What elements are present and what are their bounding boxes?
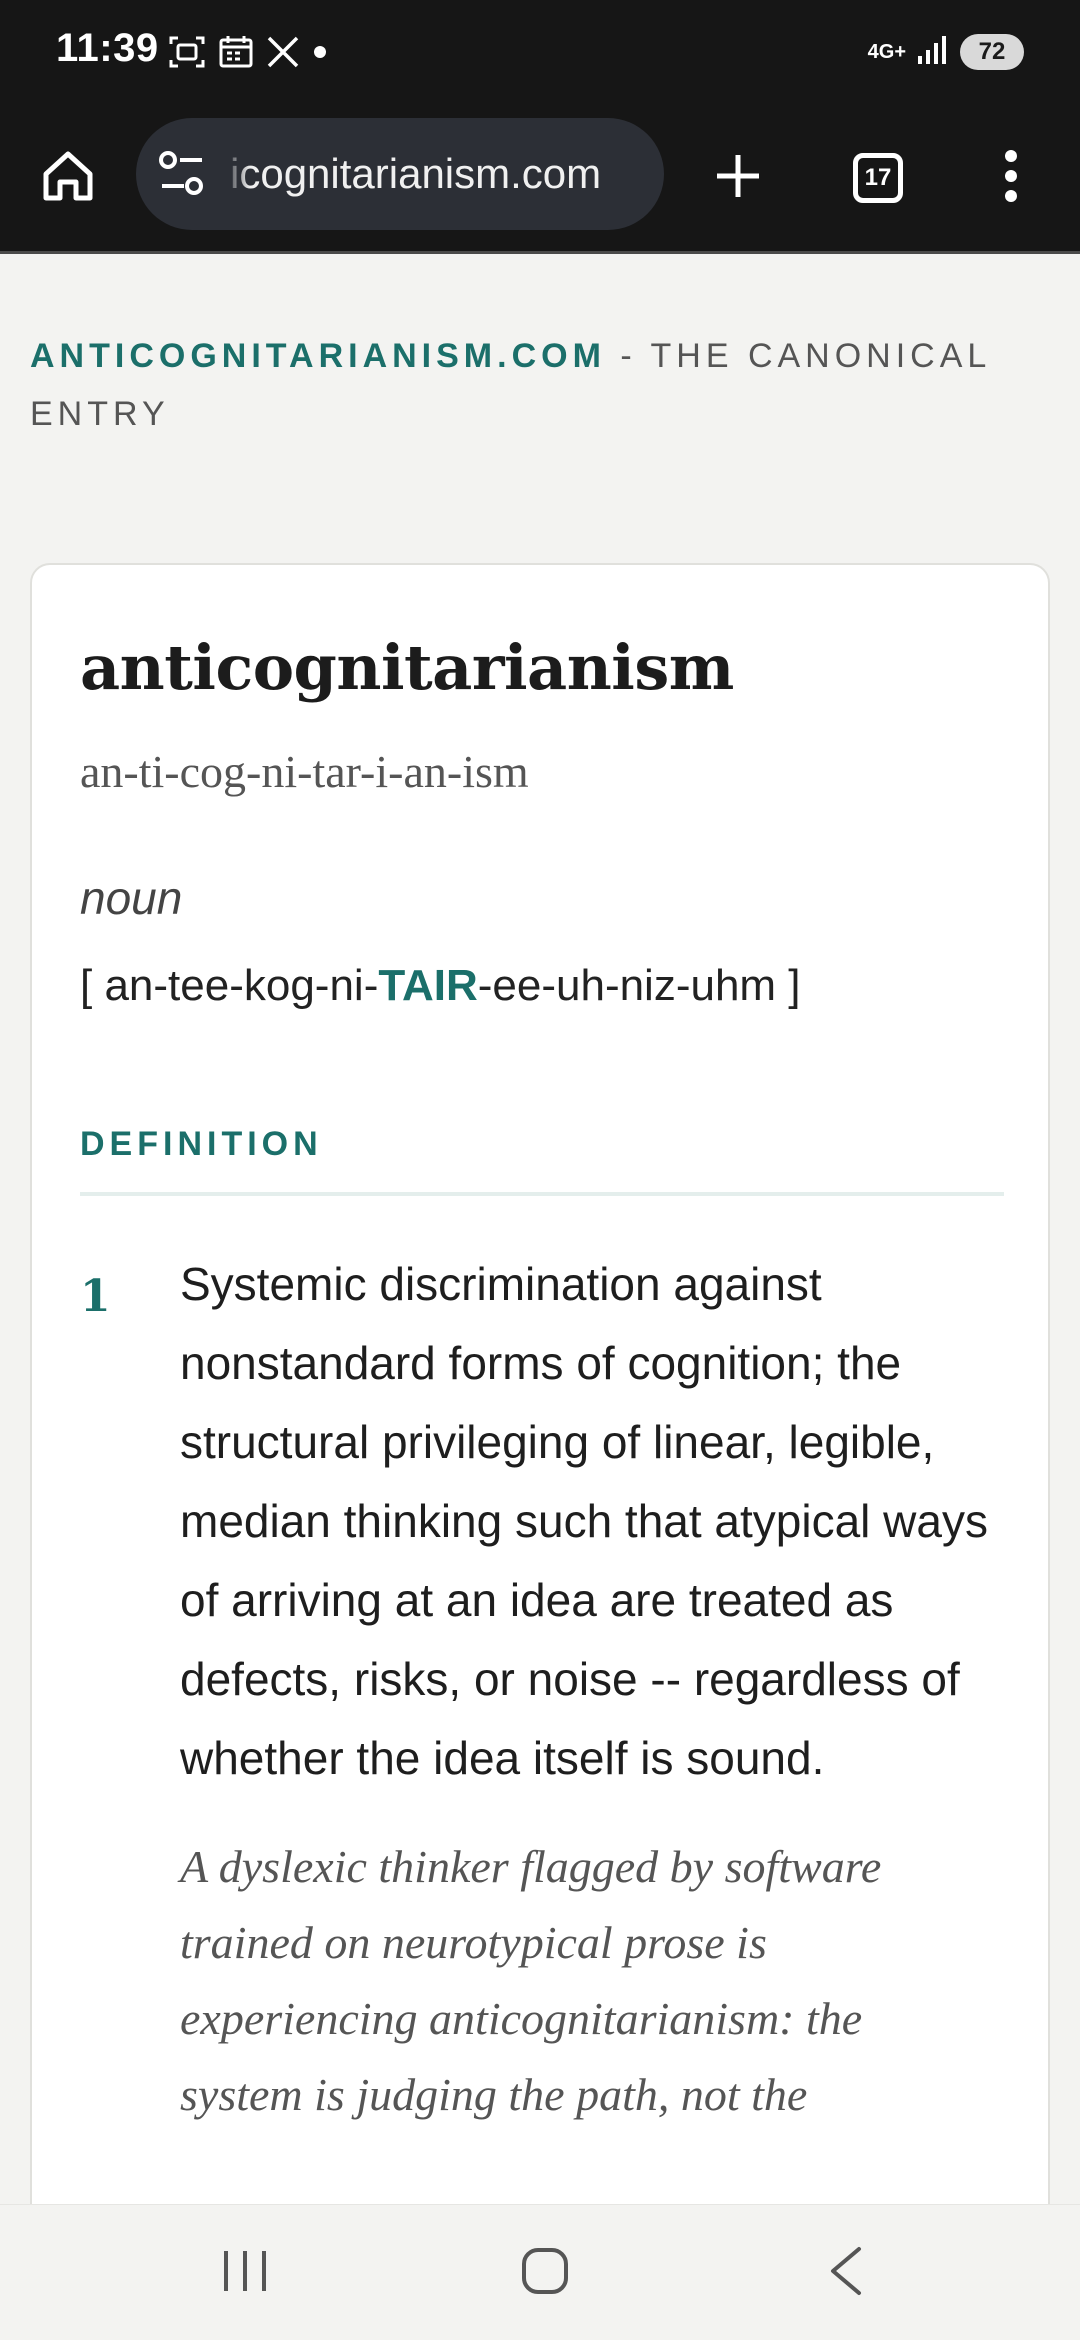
- definition-text: Systemic discrimination against nonstand…: [180, 1258, 988, 1784]
- tab-switcher-button[interactable]: 17: [840, 102, 916, 254]
- screen: 11:39 4G+ 72 icognitarianism.com 17 ANTI…: [0, 0, 1080, 2340]
- section-divider: [80, 1192, 1004, 1196]
- site-header: ANTICOGNITARIANISM.COM - THE CANONICAL E…: [30, 327, 1060, 443]
- status-time: 11:39: [56, 26, 159, 70]
- navigation-bar: [0, 2204, 1080, 2340]
- screenshot-icon: [168, 34, 206, 70]
- browser-menu-button[interactable]: [986, 102, 1036, 254]
- back-button[interactable]: [800, 2205, 890, 2340]
- battery-indicator: 72: [960, 34, 1024, 70]
- site-name[interactable]: ANTICOGNITARIANISM.COM: [30, 337, 606, 375]
- definition-number: 1: [80, 1271, 111, 1322]
- pronunciation-start: [ an-tee-kog-ni-: [80, 961, 379, 1010]
- status-notification-icons: [168, 30, 328, 74]
- status-system-icons: 4G+ 72: [868, 30, 1024, 74]
- pronunciation: [ an-tee-kog-ni-TAIR-ee-uh-niz-uhm ]: [80, 961, 801, 1011]
- definition-example: A dyslexic thinker flagged by software t…: [180, 1841, 882, 2120]
- tabs-icon: 17: [853, 153, 903, 203]
- part-of-speech: noun: [80, 872, 183, 924]
- back-icon: [825, 2245, 865, 2302]
- signal-icon: [916, 34, 950, 71]
- calendar-icon: [218, 34, 254, 70]
- pronunciation-end: -ee-uh-niz-uhm ]: [477, 961, 801, 1010]
- recents-button[interactable]: [200, 2205, 290, 2340]
- network-type: 4G+: [867, 41, 906, 63]
- recents-icon: [220, 2248, 270, 2299]
- x-app-icon: [266, 35, 300, 69]
- pronunciation-stress: TAIR: [378, 961, 478, 1010]
- address-bar[interactable]: icognitarianism.com: [136, 118, 664, 230]
- plus-icon: [713, 151, 763, 206]
- nav-home-button[interactable]: [500, 2205, 590, 2340]
- url-fade: [224, 138, 250, 210]
- home-icon: [40, 148, 96, 209]
- new-tab-button[interactable]: [700, 102, 776, 254]
- home-circle-icon: [520, 2246, 570, 2301]
- more-vert-icon: [1001, 148, 1021, 209]
- entry-syllables: an-ti-cog-ni-tar-i-an-ism: [80, 746, 529, 797]
- home-button[interactable]: [28, 102, 108, 254]
- notification-dot-icon: [312, 44, 328, 60]
- web-page: ANTICOGNITARIANISM.COM - THE CANONICAL E…: [0, 257, 1080, 2204]
- browser-toolbar: icognitarianism.com 17: [0, 102, 1080, 254]
- entry-word: anticognitarianism: [80, 631, 734, 704]
- definition-heading: DEFINITION: [80, 1125, 323, 1163]
- entry-card: anticognitarianism an-ti-cog-ni-tar-i-an…: [30, 563, 1050, 2204]
- status-bar: 11:39 4G+ 72: [0, 0, 1080, 102]
- url-text[interactable]: icognitarianism.com: [230, 118, 650, 230]
- tune-icon[interactable]: [158, 148, 206, 205]
